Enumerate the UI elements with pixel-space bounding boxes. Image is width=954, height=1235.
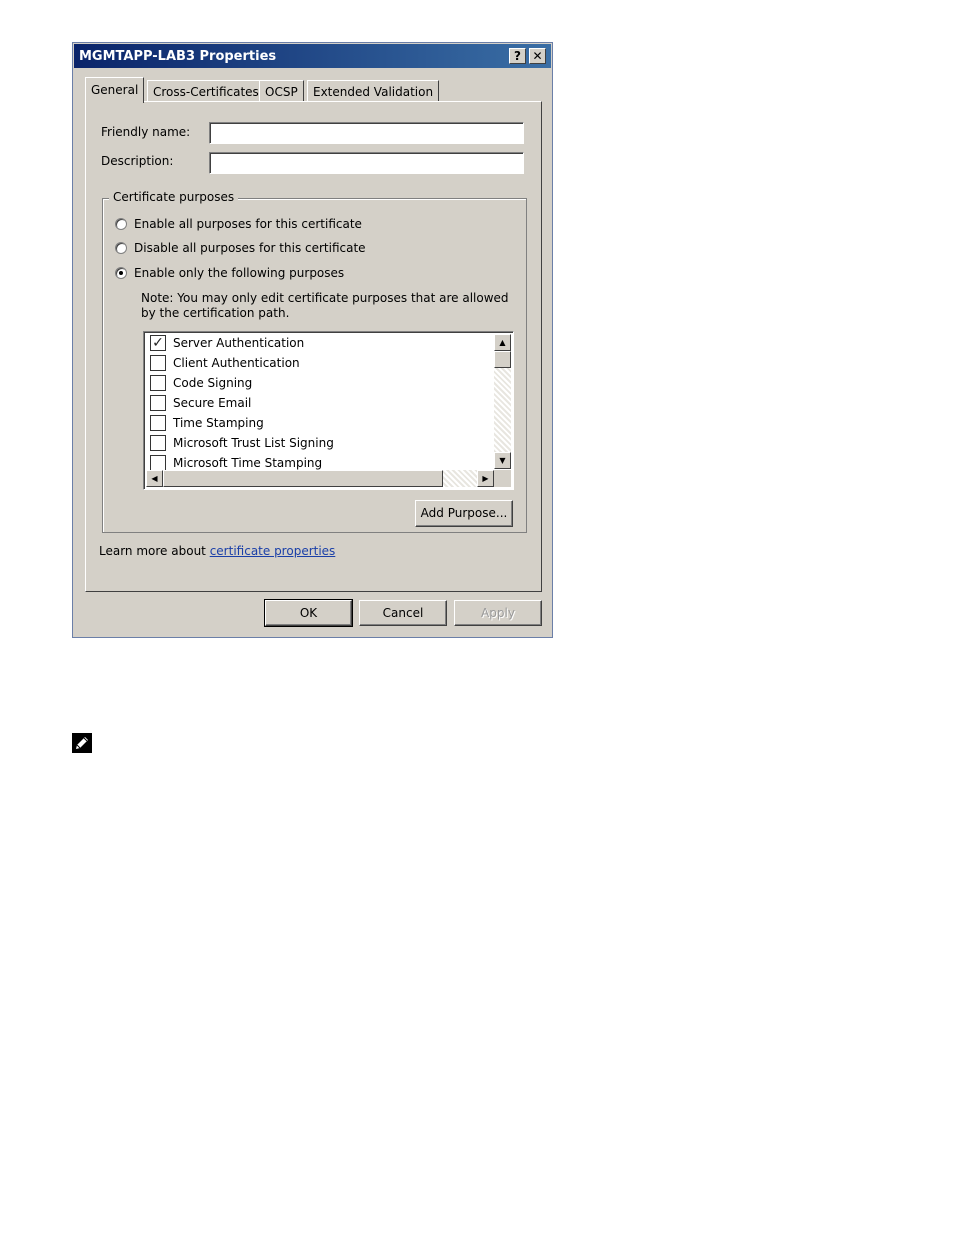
tab-extended-validation[interactable]: Extended Validation — [307, 80, 440, 102]
list-item-label: Microsoft Time Stamping — [173, 456, 323, 470]
tab-ocsp[interactable]: OCSP — [259, 80, 304, 102]
scroll-up-icon[interactable]: ▲ — [494, 334, 511, 351]
add-purpose-button[interactable]: Add Purpose... — [415, 500, 513, 527]
list-item-label: Microsoft Trust List Signing — [173, 436, 334, 450]
friendly-name-field[interactable] — [209, 122, 524, 144]
list-item-label: Time Stamping — [173, 416, 264, 430]
list-item-label: Client Authentication — [173, 356, 300, 370]
description-field[interactable] — [209, 152, 524, 174]
checkbox-ms-trust-list-signing[interactable] — [150, 435, 166, 451]
learn-more-prefix: Learn more about — [99, 544, 210, 558]
scroll-right-icon[interactable]: ▶ — [477, 470, 494, 487]
certificate-properties-link[interactable]: certificate properties — [210, 544, 336, 558]
purposes-list[interactable]: ✓ Server Authentication Client Authentic… — [143, 331, 514, 490]
purposes-note: Note: You may only edit certificate purp… — [141, 291, 509, 320]
vertical-scroll-thumb[interactable] — [494, 351, 511, 368]
checkbox-ms-time-stamping[interactable] — [150, 455, 166, 471]
scroll-down-icon[interactable]: ▼ — [494, 452, 511, 469]
radio-enable-following-button[interactable] — [115, 267, 127, 279]
checkbox-client-authentication[interactable] — [150, 355, 166, 371]
horizontal-scroll-thumb[interactable] — [163, 470, 443, 487]
checkbox-code-signing[interactable] — [150, 375, 166, 391]
certificate-purposes-legend: Certificate purposes — [109, 190, 239, 204]
certificate-purposes-group: Certificate purposes Enable all purposes… — [102, 190, 527, 533]
description-label: Description: — [101, 154, 174, 168]
cancel-button[interactable]: Cancel — [359, 600, 447, 626]
scroll-left-icon[interactable]: ◀ — [146, 470, 163, 487]
checkbox-server-authentication[interactable]: ✓ — [150, 335, 166, 351]
help-button[interactable]: ? — [509, 48, 526, 64]
horizontal-scrollbar[interactable]: ◀ ▶ — [146, 470, 494, 487]
tab-general[interactable]: General — [85, 77, 145, 103]
apply-button[interactable]: Apply — [454, 600, 542, 626]
tab-cross-certificates[interactable]: Cross-Certificates — [147, 80, 265, 102]
checkbox-time-stamping[interactable] — [150, 415, 166, 431]
radio-enable-all-label: Enable all purposes for this certificate — [134, 217, 362, 231]
properties-dialog: MGMTAPP-LAB3 Properties ? ✕ General Cros… — [72, 42, 553, 638]
scrollbar-corner — [494, 470, 511, 487]
friendly-name-label: Friendly name: — [101, 125, 191, 139]
ok-button[interactable]: OK — [264, 599, 353, 627]
radio-enable-following-label: Enable only the following purposes — [134, 266, 345, 280]
learn-more-text: Learn more about certificate properties — [99, 544, 335, 558]
radio-enable-all-button[interactable] — [115, 218, 127, 230]
list-item-label: Code Signing — [173, 376, 253, 390]
vertical-scrollbar[interactable]: ▲ ▼ — [494, 334, 511, 469]
pencil-note-icon — [72, 733, 92, 753]
general-tab-panel: Friendly name: Description: Certificate … — [85, 101, 542, 592]
list-item-label: Server Authentication — [173, 336, 305, 350]
window-title: MGMTAPP-LAB3 Properties — [79, 49, 277, 64]
close-button[interactable]: ✕ — [529, 48, 546, 64]
radio-disable-all-label: Disable all purposes for this certificat… — [134, 241, 366, 255]
checkbox-secure-email[interactable] — [150, 395, 166, 411]
list-item-label: Secure Email — [173, 396, 252, 410]
radio-disable-all-button[interactable] — [115, 242, 127, 254]
title-bar[interactable]: MGMTAPP-LAB3 Properties ? ✕ — [74, 44, 551, 68]
